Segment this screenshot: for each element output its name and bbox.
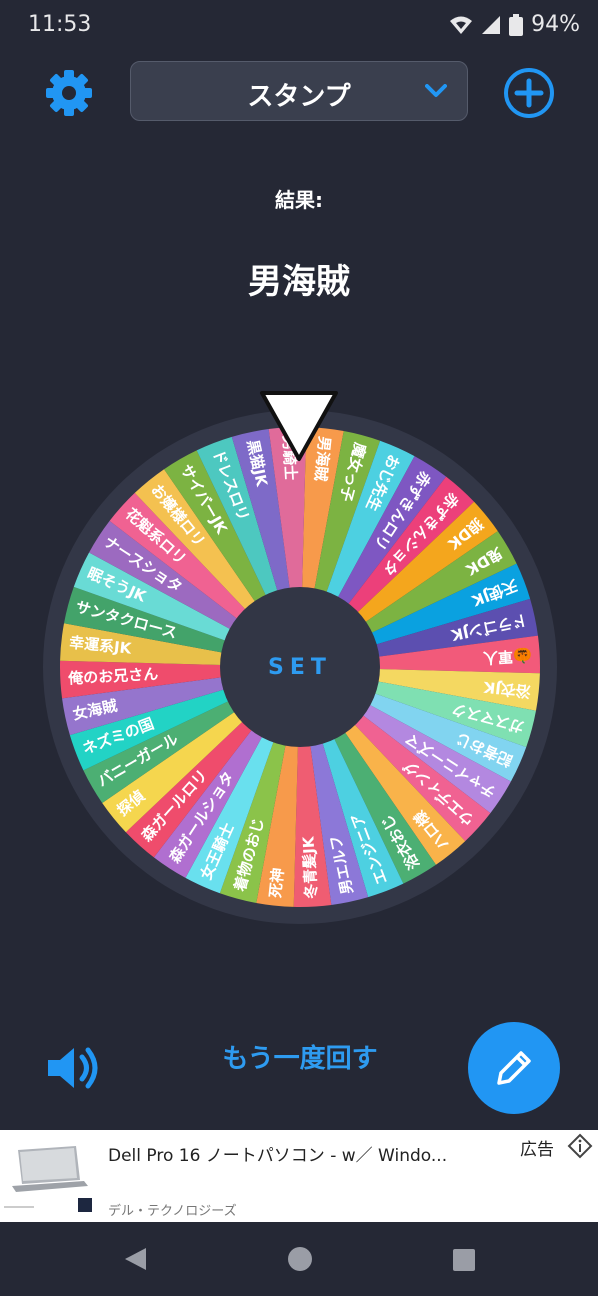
top-bar: スタンプ: [0, 56, 598, 130]
speaker-icon: [48, 1047, 98, 1089]
info-icon[interactable]: [567, 1133, 593, 1159]
result-label: 結果:: [275, 188, 323, 212]
signal-icon: [482, 15, 501, 34]
laptop-image: [4, 1146, 92, 1212]
settings-button[interactable]: [42, 66, 96, 120]
pencil-icon: [497, 1051, 531, 1085]
roulette-wheel[interactable]: 男海賊 魔女っ子 おじ先生 赤ずきんロリ 赤ずきんショタ 狼DK 鬼DK 天使JK ドラゴンJK…: [43, 410, 557, 924]
result-value: 男海賊: [248, 262, 350, 302]
gear-icon: [46, 70, 92, 116]
category-label: スタンプ: [247, 82, 351, 112]
ad-title: Dell Pro 16 ノートパソコン - w／ Windo...: [108, 1146, 448, 1166]
wifi-icon: [450, 16, 473, 34]
wheel-segment-label: 死神: [266, 867, 287, 899]
pointer-triangle-icon: [260, 391, 338, 461]
sound-toggle-button[interactable]: [44, 1040, 100, 1096]
status-time: 11:53: [28, 12, 92, 37]
category-dropdown[interactable]: スタンプ: [130, 61, 468, 121]
chevron-down-icon: [425, 84, 447, 97]
battery-percent: 94%: [531, 12, 580, 37]
ad-banner[interactable]: Dell Pro 16 ノートパソコン - w／ Windo... デル・テクノ…: [0, 1130, 598, 1222]
wheel-segment-label: 冬青髪JK: [299, 835, 320, 899]
status-bar: 11:53 94%: [0, 0, 598, 54]
plus-circle-icon: [504, 68, 554, 118]
battery-icon: [509, 13, 524, 36]
ad-advertiser: デル・テクノロジーズ: [108, 1204, 237, 1219]
status-icons: 94%: [449, 12, 580, 37]
set-button[interactable]: SET: [220, 587, 380, 747]
home-icon[interactable]: [287, 1246, 313, 1272]
wheel-segment-label: 🎃軍人: [482, 646, 533, 667]
edit-button[interactable]: [468, 1022, 560, 1114]
ad-label: 広告: [520, 1140, 554, 1160]
back-icon[interactable]: [122, 1246, 148, 1272]
recents-icon[interactable]: [453, 1249, 475, 1271]
add-button[interactable]: [502, 66, 556, 120]
system-nav-bar: [0, 1222, 598, 1296]
spin-again-button[interactable]: もう一度回す: [180, 1038, 420, 1075]
